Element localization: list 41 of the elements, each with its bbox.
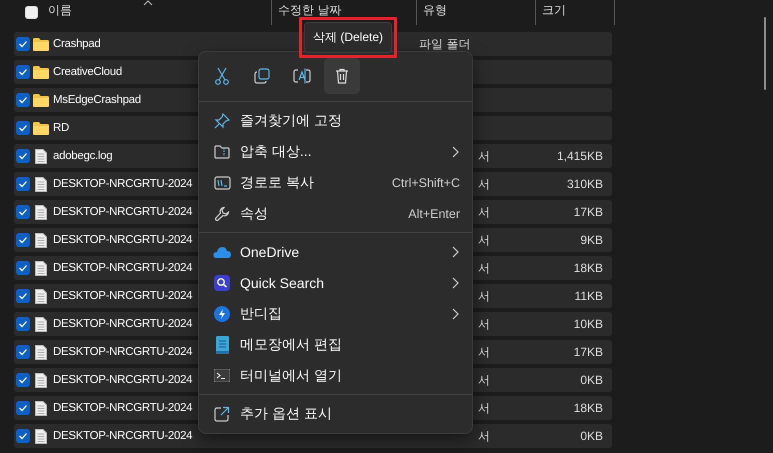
file-name: Crashpad bbox=[53, 38, 102, 50]
file-size: 310KB bbox=[566, 177, 603, 191]
shortcut-text: Ctrl+Shift+C bbox=[392, 176, 460, 190]
file-size: 0KB bbox=[580, 429, 603, 443]
file-name: DESKTOP-NRCGRTU-2024 bbox=[53, 262, 194, 274]
file-size: 17KB bbox=[574, 205, 603, 219]
tooltip: 삭제 (Delete) bbox=[304, 22, 392, 53]
file-size: 9KB bbox=[580, 233, 603, 247]
file-type: 서 bbox=[478, 288, 490, 302]
file-size: 17KB bbox=[574, 345, 603, 359]
file-name: DESKTOP-NRCGRTU-2024 bbox=[53, 402, 194, 414]
file-name: RD bbox=[53, 122, 70, 134]
file-name: adobegc.log bbox=[53, 150, 114, 162]
file-type: 파일 폴더 bbox=[419, 36, 470, 50]
file-size: 11KB bbox=[574, 289, 603, 303]
file-type: 서 bbox=[478, 344, 490, 358]
file-name: DESKTOP-NRCGRTU-2024 bbox=[53, 318, 194, 330]
file-type: 서 bbox=[478, 400, 490, 414]
file-name: DESKTOP-NRCGRTU-2024 bbox=[53, 430, 194, 442]
file-size: 0KB bbox=[580, 373, 603, 387]
file-name: DESKTOP-NRCGRTU-2024 bbox=[53, 234, 194, 246]
file-name: DESKTOP-NRCGRTU-2024 bbox=[53, 374, 194, 386]
file-size: 1,415KB bbox=[556, 149, 603, 163]
file-type: 서 bbox=[478, 372, 490, 386]
file-type: 서 bbox=[478, 204, 490, 218]
file-name: DESKTOP-NRCGRTU-2024 bbox=[53, 178, 194, 190]
file-type: 서 bbox=[478, 260, 490, 274]
file-size: 18KB bbox=[574, 401, 603, 415]
file-name: MsEdgeCrashpad bbox=[53, 94, 142, 106]
file-name: DESKTOP-NRCGRTU-2024 bbox=[53, 290, 194, 302]
file-size: 10KB bbox=[574, 317, 603, 331]
file-type: 서 bbox=[478, 428, 490, 442]
file-type: 서 bbox=[478, 232, 490, 246]
file-name: CreativeCloud bbox=[53, 66, 123, 78]
file-type: 서 bbox=[478, 316, 490, 330]
file-size: 18KB bbox=[574, 261, 603, 275]
file-type: 서 bbox=[478, 148, 490, 162]
file-name: DESKTOP-NRCGRTU-2024 bbox=[53, 346, 194, 358]
shortcut-text: Alt+Enter bbox=[408, 206, 460, 220]
file-type: 서 bbox=[478, 176, 490, 190]
file-name: DESKTOP-NRCGRTU-2024 bbox=[53, 206, 194, 218]
